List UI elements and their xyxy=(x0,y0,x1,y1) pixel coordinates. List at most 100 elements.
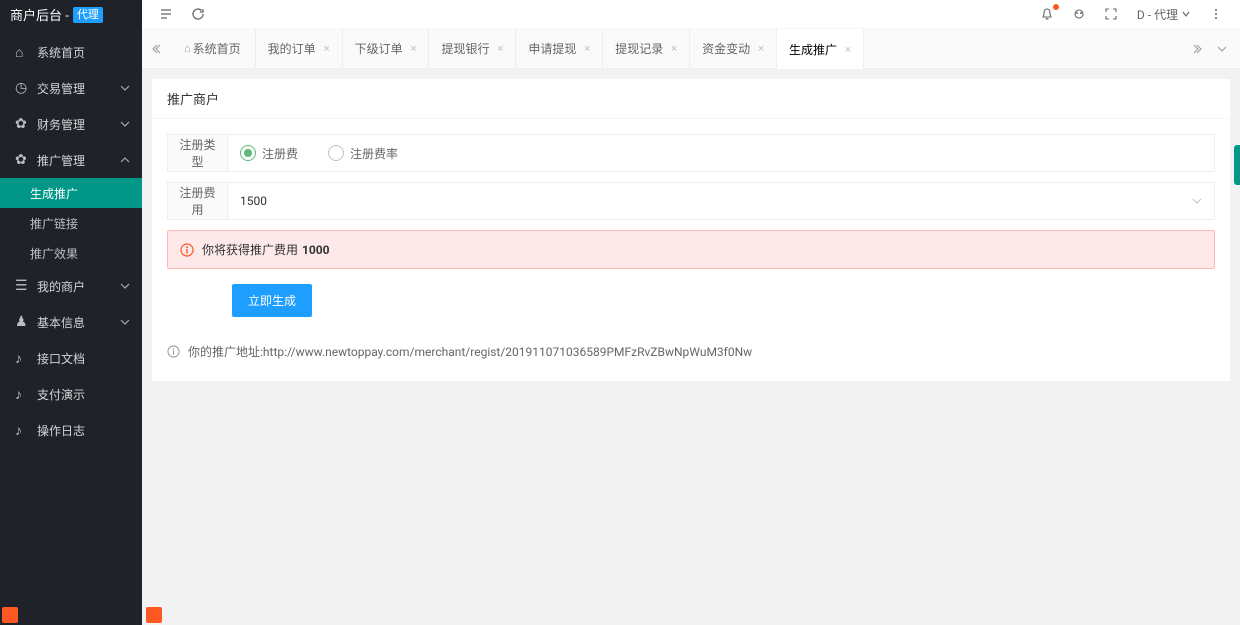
tab-withdraw-log[interactable]: 提现记录 × xyxy=(603,29,690,68)
sidebar-subitem-label: 推广链接 xyxy=(30,215,78,232)
caret-down-icon xyxy=(1182,10,1190,18)
fullscreen-button[interactable] xyxy=(1095,0,1127,29)
sidebar-item-merchants[interactable]: ☰ 我的商户 xyxy=(0,268,142,304)
radio-label: 注册费 xyxy=(262,145,298,162)
form-row-type: 注册类型 注册费 注册费率 xyxy=(167,134,1215,172)
generate-button[interactable]: 立即生成 xyxy=(232,284,312,317)
alert-text: 你将获得推广费用 xyxy=(202,241,298,258)
sidebar-item-label: 推广管理 xyxy=(37,152,85,169)
fee-select[interactable]: 1500 xyxy=(228,194,1214,208)
close-icon[interactable]: × xyxy=(671,42,677,55)
tab-fund-change[interactable]: 资金变动 × xyxy=(690,29,777,68)
info-icon xyxy=(167,345,180,358)
sidebar: 商户后台 - 代理 ⌂ 系统首页 ◷ 交易管理 ✿ 财务管理 xyxy=(0,0,142,625)
sidebar-item-promotion[interactable]: ✿ 推广管理 xyxy=(0,142,142,178)
notification-dot-icon xyxy=(1053,4,1059,10)
radio-icon xyxy=(240,145,256,161)
sidebar-item-label: 基本信息 xyxy=(37,314,85,331)
corner-icon xyxy=(146,607,162,623)
chevron-up-icon xyxy=(120,155,130,165)
theme-button[interactable] xyxy=(1063,0,1095,29)
tab-generate-promotion[interactable]: 生成推广 × xyxy=(777,29,864,68)
gear-icon: ✿ xyxy=(15,116,29,132)
info-icon xyxy=(180,243,194,257)
sidebar-subitem-label: 推广效果 xyxy=(30,245,78,262)
list-icon: ☰ xyxy=(15,278,29,294)
sidebar-item-label: 接口文档 xyxy=(37,350,85,367)
close-icon[interactable]: × xyxy=(845,43,851,56)
sidebar-subitem-effect[interactable]: 推广效果 xyxy=(0,238,142,268)
chevron-down-icon xyxy=(120,119,130,129)
tab-label: 资金变动 xyxy=(702,40,750,57)
radio-label: 注册费率 xyxy=(350,145,398,162)
tab-my-orders[interactable]: 我的订单 × xyxy=(256,29,343,68)
chevron-down-icon xyxy=(120,281,130,291)
chart-icon: ◷ xyxy=(15,80,29,96)
radio-register-rate[interactable]: 注册费率 xyxy=(328,145,398,162)
sidebar-item-label: 交易管理 xyxy=(37,80,85,97)
sidebar-item-label: 支付演示 xyxy=(37,386,85,403)
chevron-down-icon xyxy=(120,83,130,93)
user-icon: ♟ xyxy=(15,314,29,330)
sidebar-subitem-link[interactable]: 推广链接 xyxy=(0,208,142,238)
form-label-fee: 注册费用 xyxy=(168,183,228,219)
more-button[interactable] xyxy=(1200,0,1232,29)
sidebar-item-label: 我的商户 xyxy=(37,278,85,295)
fee-value: 1500 xyxy=(240,194,267,208)
close-icon[interactable]: × xyxy=(324,42,330,55)
topbar: D - 代理 xyxy=(142,0,1240,29)
gear-icon: ✿ xyxy=(15,152,29,168)
menu-toggle-button[interactable] xyxy=(150,0,182,29)
sidebar-item-logs[interactable]: ♪ 操作日志 xyxy=(0,412,142,448)
brand-title: 商户后台 - xyxy=(10,5,69,24)
user-name: D - 代理 xyxy=(1137,6,1178,23)
tabs-bar: ⌂ 系统首页 我的订单 × 下级订单 × 提现银行 × 申请提现 × xyxy=(142,29,1240,69)
form-row-fee: 注册费用 1500 xyxy=(167,182,1215,220)
tab-apply-withdraw[interactable]: 申请提现 × xyxy=(516,29,603,68)
content-area: 推广商户 注册类型 注册费 注册费率 xyxy=(142,69,1240,625)
sidebar-item-home[interactable]: ⌂ 系统首页 xyxy=(0,34,142,70)
refresh-button[interactable] xyxy=(182,0,214,29)
sidebar-item-api-docs[interactable]: ♪ 接口文档 xyxy=(0,340,142,376)
chevron-down-icon xyxy=(1192,196,1202,206)
home-icon: ⌂ xyxy=(15,44,29,61)
promotion-url-info: 你的推广地址: http://www.newtoppay.com/merchan… xyxy=(167,339,1215,366)
sidebar-item-pay-demo[interactable]: ♪ 支付演示 xyxy=(0,376,142,412)
close-icon[interactable]: × xyxy=(497,42,503,55)
url-value: http://www.newtoppay.com/merchant/regist… xyxy=(263,345,752,359)
tabs-dropdown-button[interactable] xyxy=(1210,44,1234,54)
right-drawer-handle[interactable] xyxy=(1234,145,1240,185)
bell-icon: ♪ xyxy=(15,350,29,367)
sidebar-item-finance[interactable]: ✿ 财务管理 xyxy=(0,106,142,142)
tabs-next-button[interactable] xyxy=(1186,44,1210,54)
close-icon[interactable]: × xyxy=(758,42,764,55)
home-icon: ⌂ xyxy=(184,42,191,55)
close-icon[interactable]: × xyxy=(584,42,590,55)
brand-badge: 代理 xyxy=(73,7,103,23)
user-menu[interactable]: D - 代理 xyxy=(1127,0,1200,29)
notification-button[interactable] xyxy=(1031,0,1063,29)
bell-icon: ♪ xyxy=(15,386,29,403)
chevron-down-icon xyxy=(120,317,130,327)
sidebar-item-label: 操作日志 xyxy=(37,422,85,439)
main: D - 代理 ⌂ 系统首页 我的订 xyxy=(142,0,1240,625)
tabs-prev-button[interactable] xyxy=(142,29,170,68)
tab-label: 申请提现 xyxy=(528,40,576,57)
card-title: 推广商户 xyxy=(152,79,1230,119)
sidebar-item-label: 财务管理 xyxy=(37,116,85,133)
alert-promotion-fee: 你将获得推广费用 1000 xyxy=(167,230,1215,269)
sidebar-subitem-generate[interactable]: 生成推广 xyxy=(0,178,142,208)
tabs-container: ⌂ 系统首页 我的订单 × 下级订单 × 提现银行 × 申请提现 × xyxy=(170,29,1186,68)
sidebar-item-profile[interactable]: ♟ 基本信息 xyxy=(0,304,142,340)
close-icon[interactable]: × xyxy=(411,42,417,55)
tab-sub-orders[interactable]: 下级订单 × xyxy=(343,29,430,68)
sidebar-item-trade[interactable]: ◷ 交易管理 xyxy=(0,70,142,106)
tab-label: 我的订单 xyxy=(268,40,316,57)
tab-home[interactable]: ⌂ 系统首页 xyxy=(170,29,256,68)
bell-icon: ♪ xyxy=(15,422,29,439)
sidebar-item-label: 系统首页 xyxy=(37,44,85,61)
tab-withdraw-bank[interactable]: 提现银行 × xyxy=(429,29,516,68)
sidebar-menu: ⌂ 系统首页 ◷ 交易管理 ✿ 财务管理 ✿ 推广管理 xyxy=(0,29,142,625)
radio-register-fee[interactable]: 注册费 xyxy=(240,145,298,162)
radio-icon xyxy=(328,145,344,161)
